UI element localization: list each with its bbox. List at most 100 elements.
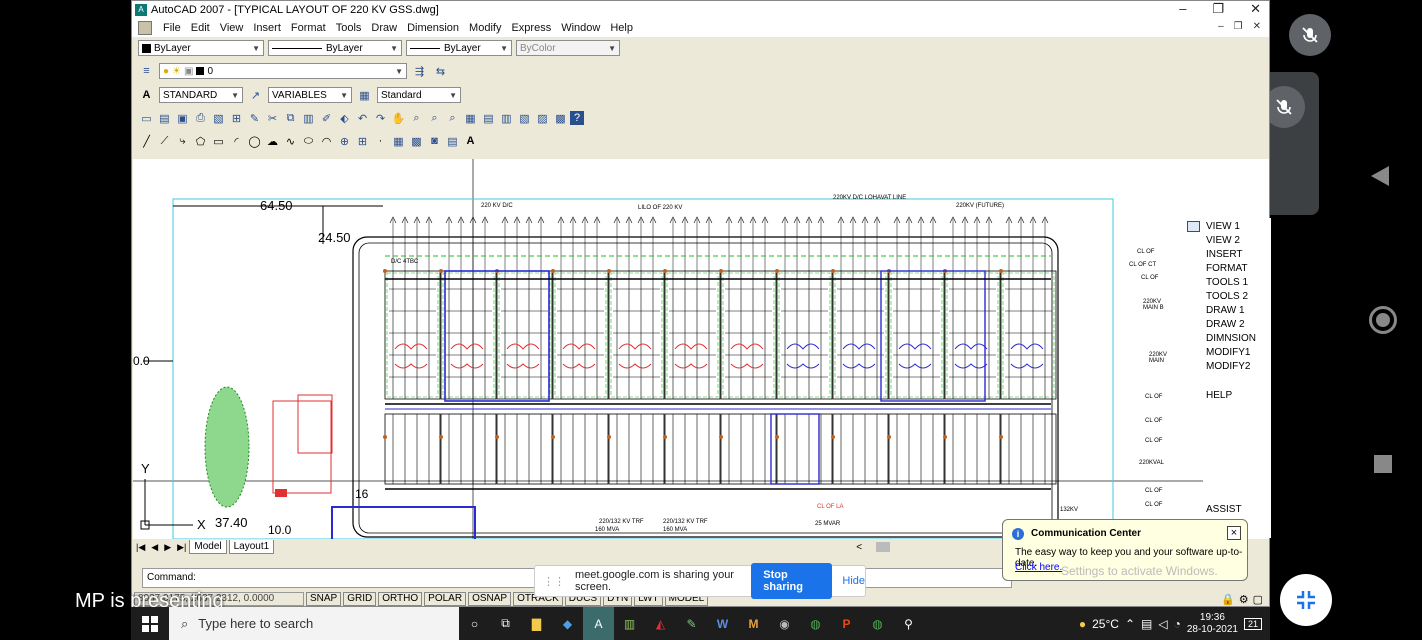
menu-draw[interactable]: Draw (366, 22, 402, 34)
app-icon[interactable]: ◉ (769, 607, 800, 640)
word-icon[interactable]: W (707, 607, 738, 640)
tool-palettes-icon[interactable]: ▥ (498, 110, 515, 126)
home-icon[interactable] (1369, 306, 1397, 334)
make-current-layer-icon[interactable]: ⇶ (411, 63, 428, 79)
insert-block-icon[interactable]: ⊕ (336, 133, 353, 149)
spline-icon[interactable]: ∿ (282, 133, 299, 149)
spell-icon[interactable]: ✎ (246, 110, 263, 126)
grid-toggle[interactable]: GRID (343, 592, 377, 606)
screen-menu-item[interactable]: VIEW 2 (1206, 235, 1240, 246)
circle-icon[interactable]: ◯ (246, 133, 263, 149)
zoom-realtime-icon[interactable]: ⌕ (408, 110, 425, 126)
linetype-dropdown[interactable]: ByLayer ▼ (268, 40, 402, 56)
screen-menu-item[interactable]: FORMAT (1206, 263, 1247, 274)
polygon-icon[interactable]: ⬠ (192, 133, 209, 149)
clock[interactable]: 19:36 28-10-2021 (1187, 612, 1238, 636)
hatch-icon[interactable]: ▦ (390, 133, 407, 149)
chevron-up-icon[interactable]: ⌃ (1125, 617, 1135, 631)
app-icon[interactable]: ◆ (552, 607, 583, 640)
zoom-previous-icon[interactable]: ⌕ (444, 110, 461, 126)
rectangle-icon[interactable]: ▭ (210, 133, 227, 149)
preview-icon[interactable]: ▧ (210, 110, 227, 126)
powerpoint-icon[interactable]: P (831, 607, 862, 640)
layer-manager-icon[interactable]: ≡ (138, 63, 155, 79)
file-explorer-icon[interactable]: ▇ (521, 607, 552, 640)
new-icon[interactable]: ▭ (138, 110, 155, 126)
mic-muted-icon[interactable] (1289, 14, 1331, 56)
screen-menu-item[interactable]: VIEW 1 (1206, 221, 1240, 232)
ellipse-icon[interactable]: ⬭ (300, 133, 317, 149)
zoom-window-icon[interactable]: ⌕ (426, 110, 443, 126)
autocad-taskbar-icon[interactable]: A (583, 607, 614, 640)
construction-line-icon[interactable]: ⟋ (156, 133, 173, 149)
doc-restore-button[interactable]: ❐ (1234, 21, 1243, 32)
chrome-icon[interactable]: ◍ (800, 607, 831, 640)
close-icon[interactable]: × (1227, 526, 1241, 540)
tab-last-icon[interactable]: ▶| (174, 542, 189, 553)
people-icon[interactable]: ⚲ (893, 607, 924, 640)
tab-layout1[interactable]: Layout1 (228, 540, 275, 554)
restore-button[interactable]: ❐ (1212, 1, 1224, 17)
menu-modify[interactable]: Modify (464, 22, 506, 34)
lineweight-dropdown[interactable]: ByLayer ▼ (406, 40, 512, 56)
doc-minimize-button[interactable]: – (1218, 21, 1224, 32)
tab-model[interactable]: Model (189, 540, 227, 554)
ellipse-arc-icon[interactable]: ◠ (318, 133, 335, 149)
screen-menu-item[interactable]: HELP (1206, 390, 1232, 401)
network-icon[interactable]: ▤ (1141, 617, 1152, 631)
save-icon[interactable]: ▣ (174, 110, 191, 126)
multiline-text-icon[interactable]: A (462, 133, 479, 149)
menu-dimension[interactable]: Dimension (402, 22, 464, 34)
menu-file[interactable]: File (158, 22, 186, 34)
text-style-icon[interactable]: A (138, 87, 155, 103)
screen-menu-item[interactable]: TOOLS 1 (1206, 277, 1248, 288)
menu-view[interactable]: View (215, 22, 249, 34)
gear-icon[interactable]: ⚙ (1239, 593, 1249, 606)
snap-toggle[interactable]: SNAP (306, 592, 342, 606)
plot-icon[interactable]: ⎙ (192, 110, 209, 126)
menu-express[interactable]: Express (506, 22, 556, 34)
dim-style-dropdown[interactable]: VARIABLES ▼ (268, 87, 352, 103)
minimize-button[interactable]: – (1179, 1, 1186, 17)
document-icon[interactable] (138, 21, 152, 35)
paste-icon[interactable]: ▥ (300, 110, 317, 126)
close-button[interactable]: ✕ (1250, 1, 1261, 17)
dim-style-icon[interactable]: ↗ (247, 87, 264, 103)
open-icon[interactable]: ▤ (156, 110, 173, 126)
drawing-canvas[interactable]: 64.50 24.50 0.0 37.40 10.0 16 Y X 220 KV… (133, 159, 1269, 539)
menu-window[interactable]: Window (556, 22, 605, 34)
cut-icon[interactable]: ✂ (264, 110, 281, 126)
app-icon[interactable]: ▥ (614, 607, 645, 640)
help-icon[interactable]: ? (570, 111, 584, 125)
menu-format[interactable]: Format (286, 22, 331, 34)
revision-cloud-icon[interactable]: ☁ (264, 133, 281, 149)
hscroll-thumb[interactable] (876, 542, 891, 552)
sheet-set-icon[interactable]: ▧ (516, 110, 533, 126)
menu-help[interactable]: Help (605, 22, 638, 34)
osnap-toggle[interactable]: OSNAP (468, 592, 512, 606)
match-properties-icon[interactable]: ✐ (318, 110, 335, 126)
publish-icon[interactable]: ⊞ (228, 110, 245, 126)
text-style-dropdown[interactable]: STANDARD ▼ (159, 87, 243, 103)
screen-menu-item[interactable]: DRAW 1 (1206, 305, 1245, 316)
tab-prev-icon[interactable]: ◀ (148, 542, 161, 553)
screen-menu-item[interactable]: DRAW 2 (1206, 319, 1245, 330)
make-block-icon[interactable]: ⊞ (354, 133, 371, 149)
block-editor-icon[interactable]: ⬖ (336, 110, 353, 126)
hscroll-left-icon[interactable]: < (856, 542, 862, 553)
lock-icon[interactable]: 🔒 (1221, 593, 1235, 606)
task-view-icon[interactable]: ⧉ (490, 607, 521, 640)
app-icon[interactable]: M (738, 607, 769, 640)
screen-menu-item[interactable]: INSERT (1206, 249, 1243, 260)
cortana-icon[interactable]: ○ (459, 607, 490, 640)
ortho-toggle[interactable]: ORTHO (378, 592, 423, 606)
tab-first-icon[interactable]: |◀ (133, 542, 148, 553)
color-dropdown[interactable]: ByLayer ▼ (138, 40, 264, 56)
language-icon[interactable]: ◔ (1174, 617, 1181, 631)
table-style-icon[interactable]: ▦ (356, 87, 373, 103)
clean-screen-icon[interactable]: ▢ (1253, 593, 1263, 606)
app-icon[interactable]: ✎ (676, 607, 707, 640)
undo-icon[interactable]: ↶ (354, 110, 371, 126)
screen-menu-item[interactable]: MODIFY1 (1206, 347, 1250, 358)
hide-button[interactable]: Hide (842, 575, 865, 587)
